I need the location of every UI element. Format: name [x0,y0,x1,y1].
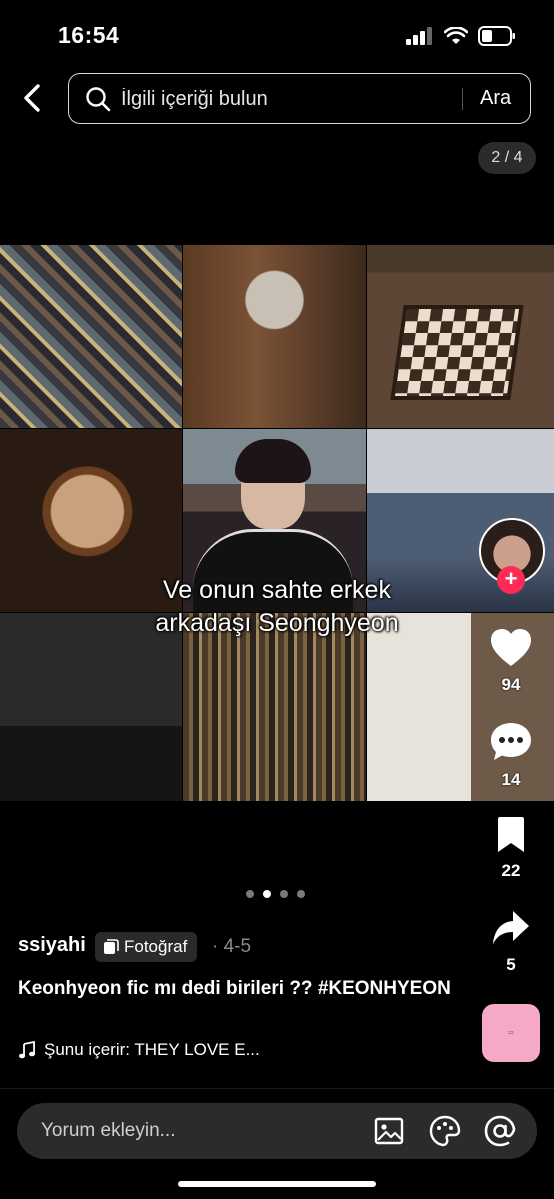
share-count: 5 [506,955,516,974]
chevron-left-icon [24,84,40,112]
heart-icon [491,629,531,666]
music-note-icon [19,1041,35,1059]
photo-bookstore [183,613,366,801]
post-date: · 4-5 [212,936,252,957]
follow-button[interactable]: + [497,566,525,594]
at-sign-icon [484,1115,516,1147]
image-icon [374,1117,404,1145]
photo-chess [367,245,554,428]
home-indicator [178,1181,376,1187]
author-name[interactable]: ssiyahi [18,934,86,957]
like-button[interactable]: 94 [486,628,536,695]
comment-bubble-icon [491,723,531,760]
post-title: Keonhyeon fic mı dedi birileri ?? #KEONH… [18,978,451,999]
music-row[interactable]: Şunu içerir: THEY LOVE E... [18,1040,260,1060]
search-bar[interactable]: Ara [68,73,531,124]
emoji-icon [429,1115,461,1147]
slide-counter: 2 / 4 [478,142,536,174]
search-input[interactable] [121,84,501,114]
comment-bar[interactable] [17,1103,537,1159]
carousel-dot[interactable] [297,890,305,898]
battery-icon [478,26,515,46]
music-disc[interactable]: ▭ [482,1004,540,1062]
carousel-dot[interactable] [246,890,254,898]
bookmark-count: 22 [501,861,521,880]
like-count: 94 [501,675,521,694]
music-disc-art: ▭ [508,1029,514,1036]
photo-cameras [0,245,182,428]
caption-overlay: Ve onun sahte erkek arkadaşı Seonghyeon [0,574,554,640]
mention-button[interactable] [484,1115,516,1147]
music-label: Şunu içerir: THEY LOVE E... [44,1040,260,1059]
caption-overlay-line: Ve onun sahte erkek [163,576,391,604]
comment-input[interactable] [41,1117,341,1145]
photo-stack-icon [104,939,119,954]
signal-icon [406,27,432,45]
share-arrow-icon [493,911,529,944]
carousel-dot-active[interactable] [263,890,271,898]
image-button[interactable] [373,1115,405,1147]
post-type-label: Fotoğraf [124,937,188,956]
search-submit-button[interactable]: Ara [480,87,511,110]
photo-collage[interactable] [0,245,554,801]
wifi-icon [444,27,468,44]
search-icon [86,87,111,112]
comment-button[interactable]: 14 [486,721,536,790]
caption-overlay-line: arkadaşı Seonghyeon [155,609,399,637]
emoji-button[interactable] [429,1115,461,1147]
carousel-dots [246,890,305,898]
status-time: 16:54 [58,22,120,48]
status-bar: 16:54 [0,0,554,70]
share-button[interactable]: 5 [486,908,536,975]
post-type-badge: Fotoğraf [95,932,198,962]
back-button[interactable] [18,82,48,114]
bookmark-button[interactable]: 22 [486,816,536,881]
photo-belt [0,613,182,801]
comment-count: 14 [501,770,521,789]
carousel-dot[interactable] [280,890,288,898]
bookmark-icon [498,817,524,852]
photo-bag [183,245,366,428]
